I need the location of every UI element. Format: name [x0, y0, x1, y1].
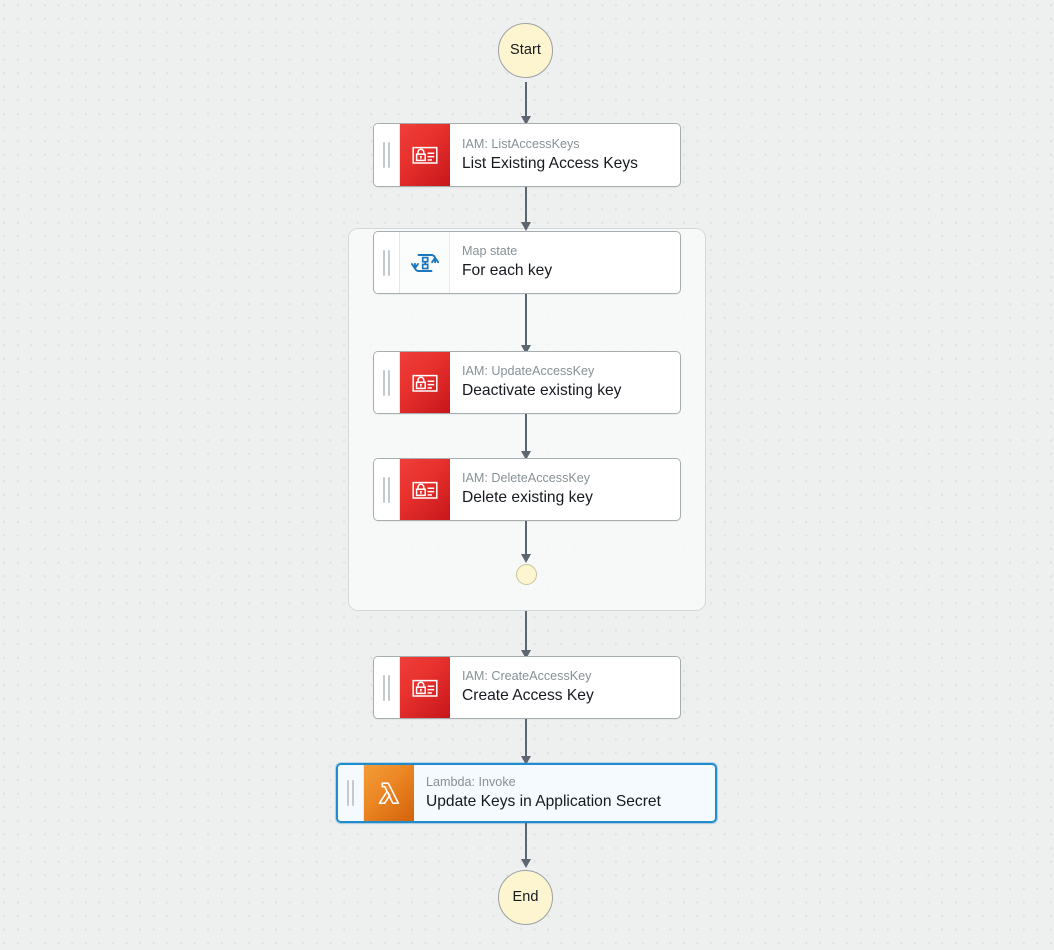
state-title: List Existing Access Keys [462, 154, 638, 172]
state-card-delete-existing-key[interactable]: IAM: DeleteAccessKey Delete existing key [373, 458, 681, 521]
state-card-deactivate-existing-key[interactable]: IAM: UpdateAccessKey Deactivate existing… [373, 351, 681, 414]
state-title: Delete existing key [462, 489, 593, 507]
map-state-icon [400, 232, 450, 293]
edge-arrowhead [520, 859, 531, 868]
drag-handle[interactable] [374, 459, 400, 520]
start-node-label: Start [509, 42, 542, 59]
grip-line [388, 142, 390, 168]
drag-handle[interactable] [374, 124, 400, 186]
state-card-text: Map state For each key [450, 232, 680, 293]
end-node[interactable]: End [498, 870, 553, 925]
state-card-text: IAM: UpdateAccessKey Deactivate existing… [450, 352, 680, 413]
state-card-for-each-key[interactable]: Map state For each key [373, 231, 681, 294]
state-card-text: Lambda: Invoke Update Keys in Applicatio… [414, 765, 715, 821]
map-iteration-end-node[interactable] [516, 564, 537, 585]
state-card-text: IAM: CreateAccessKey Create Access Key [450, 657, 680, 718]
drag-handle[interactable] [338, 765, 364, 821]
iam-icon [400, 352, 450, 413]
grip-line [347, 780, 349, 806]
grip-line [388, 249, 390, 276]
state-subtitle: IAM: ListAccessKeys [462, 136, 580, 151]
edge-map-to-deactivate [525, 294, 527, 350]
edge-create-to-lambda [525, 719, 527, 761]
state-title: Update Keys in Application Secret [426, 792, 661, 810]
state-title: Create Access Key [462, 687, 594, 705]
lambda-icon [364, 765, 414, 821]
iam-icon [400, 459, 450, 520]
edge-deactivate-to-delete [525, 414, 527, 456]
iam-icon [400, 124, 450, 186]
state-subtitle: IAM: UpdateAccessKey [462, 364, 595, 379]
state-subtitle: IAM: DeleteAccessKey [462, 471, 591, 486]
edge-map-to-create [525, 611, 527, 655]
grip-line [388, 674, 390, 701]
grip-line [383, 369, 385, 396]
drag-handle[interactable] [374, 232, 400, 293]
iam-icon [400, 657, 450, 718]
state-title: Deactivate existing key [462, 382, 622, 400]
grip-line [383, 142, 385, 168]
grip-line [383, 674, 385, 701]
state-title: For each key [462, 262, 553, 280]
state-card-create-access-key[interactable]: IAM: CreateAccessKey Create Access Key [373, 656, 681, 719]
drag-handle[interactable] [374, 657, 400, 718]
edge-lambda-to-end [525, 822, 527, 864]
grip-line [352, 780, 354, 806]
end-node-label: End [512, 889, 539, 906]
state-card-list-existing-access-keys[interactable]: IAM: ListAccessKeys List Existing Access… [373, 123, 681, 187]
edge-arrowhead [520, 554, 531, 563]
state-card-update-keys-in-application-secret[interactable]: Lambda: Invoke Update Keys in Applicatio… [336, 763, 717, 823]
start-node[interactable]: Start [498, 23, 553, 78]
state-subtitle: Lambda: Invoke [426, 774, 516, 789]
grip-line [388, 369, 390, 396]
workflow-canvas[interactable]: Start IAM: ListAccessKeys List Existing … [0, 0, 1054, 950]
state-card-text: IAM: ListAccessKeys List Existing Access… [450, 124, 680, 186]
state-subtitle: Map state [462, 244, 518, 259]
edge-arrowhead [520, 222, 531, 231]
grip-line [383, 249, 385, 276]
drag-handle[interactable] [374, 352, 400, 413]
grip-line [388, 476, 390, 503]
edge-list-to-map [525, 187, 527, 227]
state-subtitle: IAM: CreateAccessKey [462, 669, 592, 684]
state-card-text: IAM: DeleteAccessKey Delete existing key [450, 459, 680, 520]
grip-line [383, 476, 385, 503]
